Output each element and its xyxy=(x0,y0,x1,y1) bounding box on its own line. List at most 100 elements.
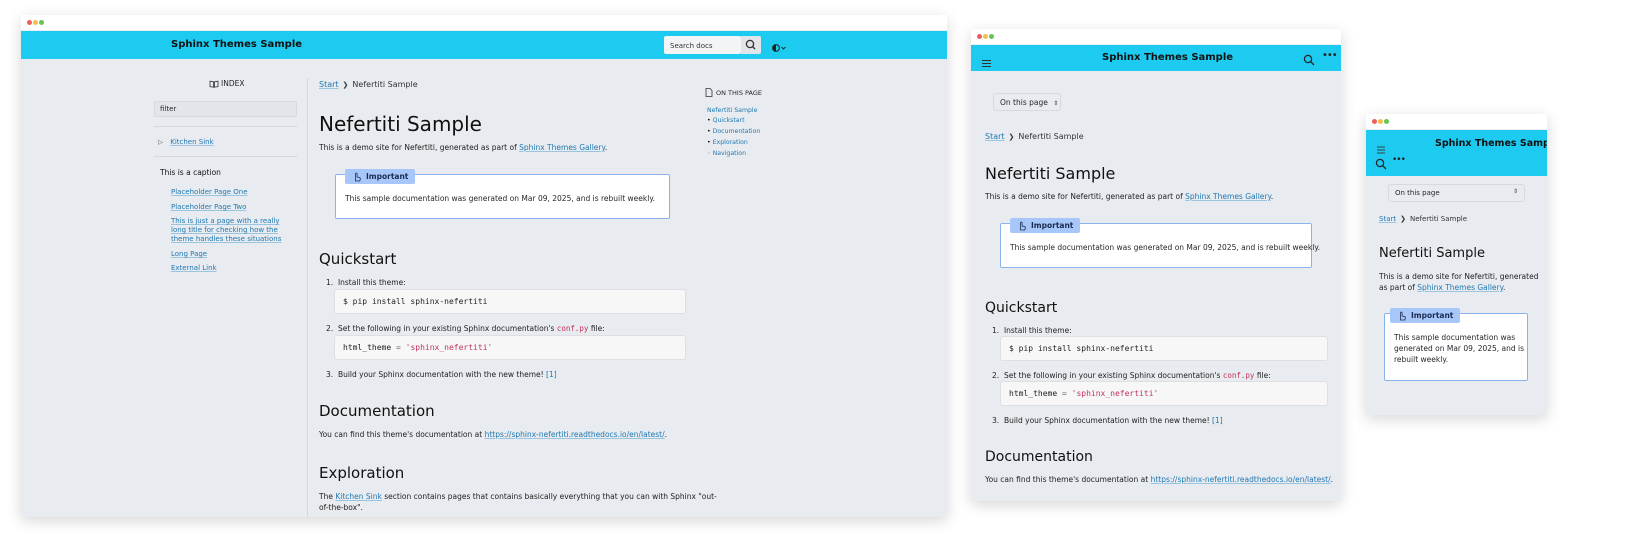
site-title[interactable]: Sphinx Themes Sample xyxy=(1435,138,1547,149)
minimize-dot[interactable] xyxy=(1378,119,1383,124)
on-this-page-button[interactable]: On this page ⇕ xyxy=(1388,184,1525,202)
step-1: 1. Install this theme: xyxy=(992,326,1072,335)
sidebar-divider-1 xyxy=(154,126,297,127)
intro-text: This is a demo site for Nefertiti, gener… xyxy=(319,143,608,152)
breadcrumb: Start ❯ Nefertiti Sample xyxy=(1379,215,1467,223)
sidebar-item-kitchen-sink[interactable]: ▷ Kitchen Sink xyxy=(158,138,214,146)
sidebar-caption: This is a caption xyxy=(160,168,221,177)
mobile-window: Sphinx Themes Sample ••• On this page ⇕ … xyxy=(1366,114,1547,415)
site-title[interactable]: Sphinx Themes Sample xyxy=(171,39,302,50)
code-block-install[interactable]: $ pip install sphinx-nefertiti xyxy=(1000,336,1328,361)
important-admonition: This sample documentation was generated … xyxy=(1384,313,1528,381)
breadcrumb: Start ❯ Nefertiti Sample xyxy=(319,80,418,89)
close-dot[interactable] xyxy=(27,20,32,25)
intro-text: This is a demo site for Nefertiti, gener… xyxy=(985,192,1274,201)
maximize-dot[interactable] xyxy=(39,20,44,25)
more-icon[interactable]: ••• xyxy=(1322,50,1338,61)
admonition-text: This sample documentation was generated … xyxy=(1010,243,1321,252)
admonition-title: Important xyxy=(345,169,416,184)
hamburger-icon[interactable] xyxy=(982,53,991,67)
step-2: 2. Set the following in your existing Sp… xyxy=(992,371,1271,380)
toc-item-quickstart[interactable]: • Quickstart xyxy=(707,117,745,124)
sidebar-item-placeholder-two[interactable]: Placeholder Page Two xyxy=(171,203,246,211)
admonition-text: This sample documentation was generated … xyxy=(1394,333,1525,364)
chevron-right-icon: ❯ xyxy=(1400,215,1406,223)
toc-item-nefertiti[interactable]: Nefertiti Sample xyxy=(707,107,757,114)
admonition-text: This sample documentation was generated … xyxy=(345,194,656,203)
footnote-link[interactable]: [1] xyxy=(1212,416,1223,425)
maximize-dot[interactable] xyxy=(1384,119,1389,124)
admonition-title: Important xyxy=(1390,308,1461,323)
quickstart-heading: Quickstart xyxy=(985,300,1058,316)
minimize-dot[interactable] xyxy=(33,20,38,25)
toc-title: ON THIS PAGE xyxy=(705,88,762,97)
theme-toggle-button[interactable] xyxy=(771,39,787,52)
exploration-text: The Kitchen Sink section contains pages … xyxy=(319,492,717,512)
filter-input[interactable]: filter xyxy=(154,101,297,117)
code-block-conf[interactable]: html_theme = 'sphinx_nefertiti' xyxy=(1000,381,1328,406)
sidebar-item-placeholder-one[interactable]: Placeholder Page One xyxy=(171,188,248,196)
code-block-conf[interactable]: html_theme = 'sphinx_nefertiti' xyxy=(334,335,686,360)
chevron-right-icon: ❯ xyxy=(342,81,349,89)
book-icon xyxy=(209,80,219,88)
page-title: Nefertiti Sample xyxy=(319,112,482,136)
step-3: 3. Build your Sphinx documentation with … xyxy=(326,370,557,379)
gallery-link[interactable]: Sphinx Themes Gallery xyxy=(1185,192,1271,201)
footnote-link[interactable]: [1] xyxy=(546,370,557,379)
documentation-link[interactable]: https://sphinx-nefertiti.readthedocs.io/… xyxy=(485,430,665,439)
contrast-icon xyxy=(772,44,786,52)
expand-icon[interactable]: ▷ xyxy=(158,138,163,146)
kitchen-sink-link[interactable]: Kitchen Sink xyxy=(335,492,382,501)
close-dot[interactable] xyxy=(1372,119,1377,124)
page-title: Nefertiti Sample xyxy=(985,164,1116,183)
step-1: 1. Install this theme: xyxy=(326,278,406,287)
more-icon[interactable]: ••• xyxy=(1392,155,1406,165)
hand-pointer-icon xyxy=(355,172,361,181)
search-icon[interactable] xyxy=(1303,51,1315,70)
sidebar-item-long-title[interactable]: This is just a page with a really long t… xyxy=(171,217,289,244)
close-dot[interactable] xyxy=(977,34,982,39)
search-icon xyxy=(745,39,756,50)
sidebar-item-external-link[interactable]: External Link xyxy=(171,264,217,272)
toc-item-exploration[interactable]: • Exploration xyxy=(707,139,748,146)
search-input[interactable]: Search docs xyxy=(664,36,741,54)
tablet-window: Sphinx Themes Sample ••• On this page ⇕ … xyxy=(971,29,1341,501)
browser-chrome xyxy=(21,15,947,31)
site-title[interactable]: Sphinx Themes Sample xyxy=(1102,52,1233,63)
chevron-updown-icon: ⇕ xyxy=(1512,188,1518,195)
breadcrumb-current: Nefertiti Sample xyxy=(1409,215,1468,223)
admonition-title: Important xyxy=(1010,218,1081,233)
toc-item-navigation[interactable]: ◦ Navigation xyxy=(707,150,746,157)
documentation-heading: Documentation xyxy=(319,402,435,420)
search-icon[interactable] xyxy=(1375,155,1387,174)
toc-item-documentation[interactable]: • Documentation xyxy=(707,128,760,135)
step-3: 3. Build your Sphinx documentation with … xyxy=(992,416,1223,425)
site-header: Sphinx Themes Sample Search docs xyxy=(21,31,947,59)
quickstart-heading: Quickstart xyxy=(319,250,397,268)
breadcrumb-start[interactable]: Start xyxy=(1379,215,1396,223)
search-button[interactable] xyxy=(741,36,761,54)
gallery-link[interactable]: Sphinx Themes Gallery xyxy=(519,143,605,152)
sidebar-border xyxy=(307,78,308,517)
browser-chrome xyxy=(971,29,1341,45)
breadcrumb-current: Nefertiti Sample xyxy=(352,80,418,89)
gallery-link[interactable]: Sphinx Themes Gallery xyxy=(1417,283,1503,292)
documentation-text: You can find this theme's documentation … xyxy=(985,475,1334,484)
breadcrumb-start[interactable]: Start xyxy=(319,80,339,89)
breadcrumb-start[interactable]: Start xyxy=(985,132,1005,141)
sidebar-item-long-page[interactable]: Long Page xyxy=(171,250,207,258)
step-2: 2. Set the following in your existing Sp… xyxy=(326,324,605,333)
exploration-heading: Exploration xyxy=(319,464,405,482)
maximize-dot[interactable] xyxy=(989,34,994,39)
chevron-right-icon: ❯ xyxy=(1008,133,1015,141)
minimize-dot[interactable] xyxy=(983,34,988,39)
on-this-page-button[interactable]: On this page ⇕ xyxy=(993,93,1061,111)
breadcrumb: Start ❯ Nefertiti Sample xyxy=(985,132,1084,141)
index-heading: INDEX xyxy=(209,79,244,88)
code-block-install[interactable]: $ pip install sphinx-nefertiti xyxy=(334,289,686,314)
documentation-text: You can find this theme's documentation … xyxy=(319,430,668,439)
documentation-link[interactable]: https://sphinx-nefertiti.readthedocs.io/… xyxy=(1151,475,1331,484)
documentation-heading: Documentation xyxy=(985,449,1093,465)
breadcrumb-current: Nefertiti Sample xyxy=(1018,132,1084,141)
desktop-window: Sphinx Themes Sample Search docs INDEX f… xyxy=(21,15,947,517)
